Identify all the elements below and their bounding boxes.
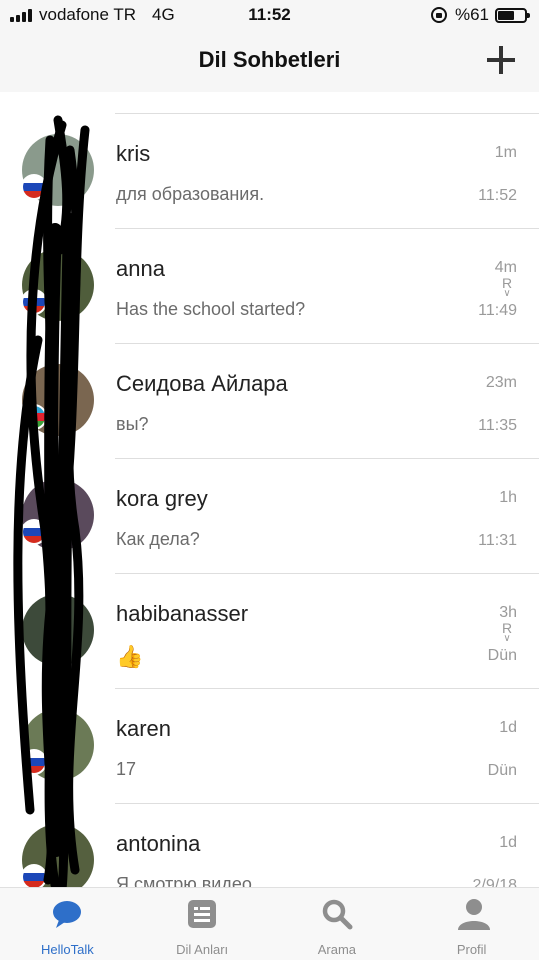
last-message: 17	[116, 759, 137, 779]
search-icon	[321, 898, 353, 930]
tab-search[interactable]: Arama	[270, 888, 405, 960]
status-bar: vodafone TR 4G 11:52 %61	[0, 0, 539, 30]
last-message: 👍	[116, 644, 144, 669]
read-receipt-icon: R ∨	[499, 276, 515, 299]
rotation-lock-icon	[430, 7, 447, 23]
relative-time: 1d	[499, 719, 517, 736]
contact-name: Сеидова Айлара	[116, 371, 288, 396]
tab-label: Profil	[456, 942, 487, 957]
flag-icon	[21, 519, 47, 545]
status-right: %61	[430, 5, 530, 25]
message-time: Dün	[487, 647, 517, 664]
chat-row[interactable]: anna Has the school started? 4m R ∨ 11:49	[0, 229, 539, 344]
add-chat-button[interactable]	[487, 46, 515, 74]
chevron-down-icon: ∨	[503, 288, 511, 299]
avatar[interactable]	[22, 594, 94, 666]
message-time: 11:31	[478, 532, 517, 549]
tab-moments[interactable]: Dil Anları	[135, 888, 270, 960]
chevron-down-icon: ∨	[503, 633, 511, 644]
moments-icon	[186, 898, 218, 930]
relative-time: 1d	[499, 834, 517, 851]
message-time: 11:49	[478, 302, 517, 319]
flag-icon	[21, 289, 47, 315]
contact-name: antonina	[116, 831, 201, 856]
battery-percent: %61	[454, 5, 489, 24]
chat-row[interactable]: Сеидова Айлара вы? 23m 11:35	[0, 344, 539, 459]
battery-fill	[498, 10, 514, 20]
battery-icon	[495, 7, 530, 23]
contact-name: karen	[116, 716, 172, 741]
nav-header: Dil Sohbetleri	[0, 30, 539, 92]
chat-list[interactable]: kris для образования. 1m 11:52 anna Has the s…	[0, 92, 539, 887]
read-receipt-icon: R ∨	[499, 621, 515, 644]
relative-time: 1h	[499, 489, 517, 506]
last-message: Как дела?	[116, 529, 200, 549]
relative-time: 1m	[494, 144, 517, 161]
last-message: вы?	[116, 414, 149, 434]
relative-time: 23m	[485, 374, 517, 391]
chat-row[interactable]: habibanasser 👍 3h R ∨ Dün	[0, 574, 539, 689]
tab-profile[interactable]: Profil	[404, 888, 539, 960]
chat-bubble-icon	[51, 898, 83, 930]
page-title: Dil Sohbetleri	[198, 47, 341, 72]
tab-label: Arama	[317, 942, 357, 957]
contact-name: kris	[116, 141, 151, 166]
last-message: Has the school started?	[116, 299, 306, 319]
flag-icon	[21, 174, 47, 200]
flag-icon	[21, 864, 47, 887]
chat-row[interactable]: kora grey Как дела? 1h 11:31	[0, 459, 539, 574]
tab-chat-bubble[interactable]: HelloTalk	[0, 888, 135, 960]
tab-label: Dil Anları	[176, 942, 229, 957]
last-message: для образования.	[116, 184, 265, 204]
message-time: 11:35	[478, 417, 517, 434]
chat-row[interactable]: antonina Я смотрю видео 1d 2/9/18	[0, 804, 539, 887]
last-message: Я смотрю видео	[116, 874, 252, 887]
flag-icon	[21, 749, 47, 775]
chat-row[interactable]: kris для образования. 1m 11:52	[0, 114, 539, 229]
contact-name: habibanasser	[116, 601, 249, 626]
profile-icon	[456, 898, 490, 930]
tab-bar: HelloTalk Dil Anları Arama Profil	[0, 887, 539, 960]
tab-label: HelloTalk	[41, 942, 94, 957]
flag-icon	[21, 404, 47, 430]
message-time: 11:52	[478, 187, 517, 204]
contact-name: anna	[116, 256, 165, 281]
contact-name: kora grey	[116, 486, 208, 511]
plus-icon-bar	[499, 46, 503, 74]
message-time: 2/9/18	[472, 877, 517, 887]
screen: vodafone TR 4G 11:52 %61 Dil Sohbetleri …	[0, 0, 539, 960]
chat-row[interactable]: karen 17 1d Dün	[0, 689, 539, 804]
message-time: Dün	[487, 762, 517, 779]
